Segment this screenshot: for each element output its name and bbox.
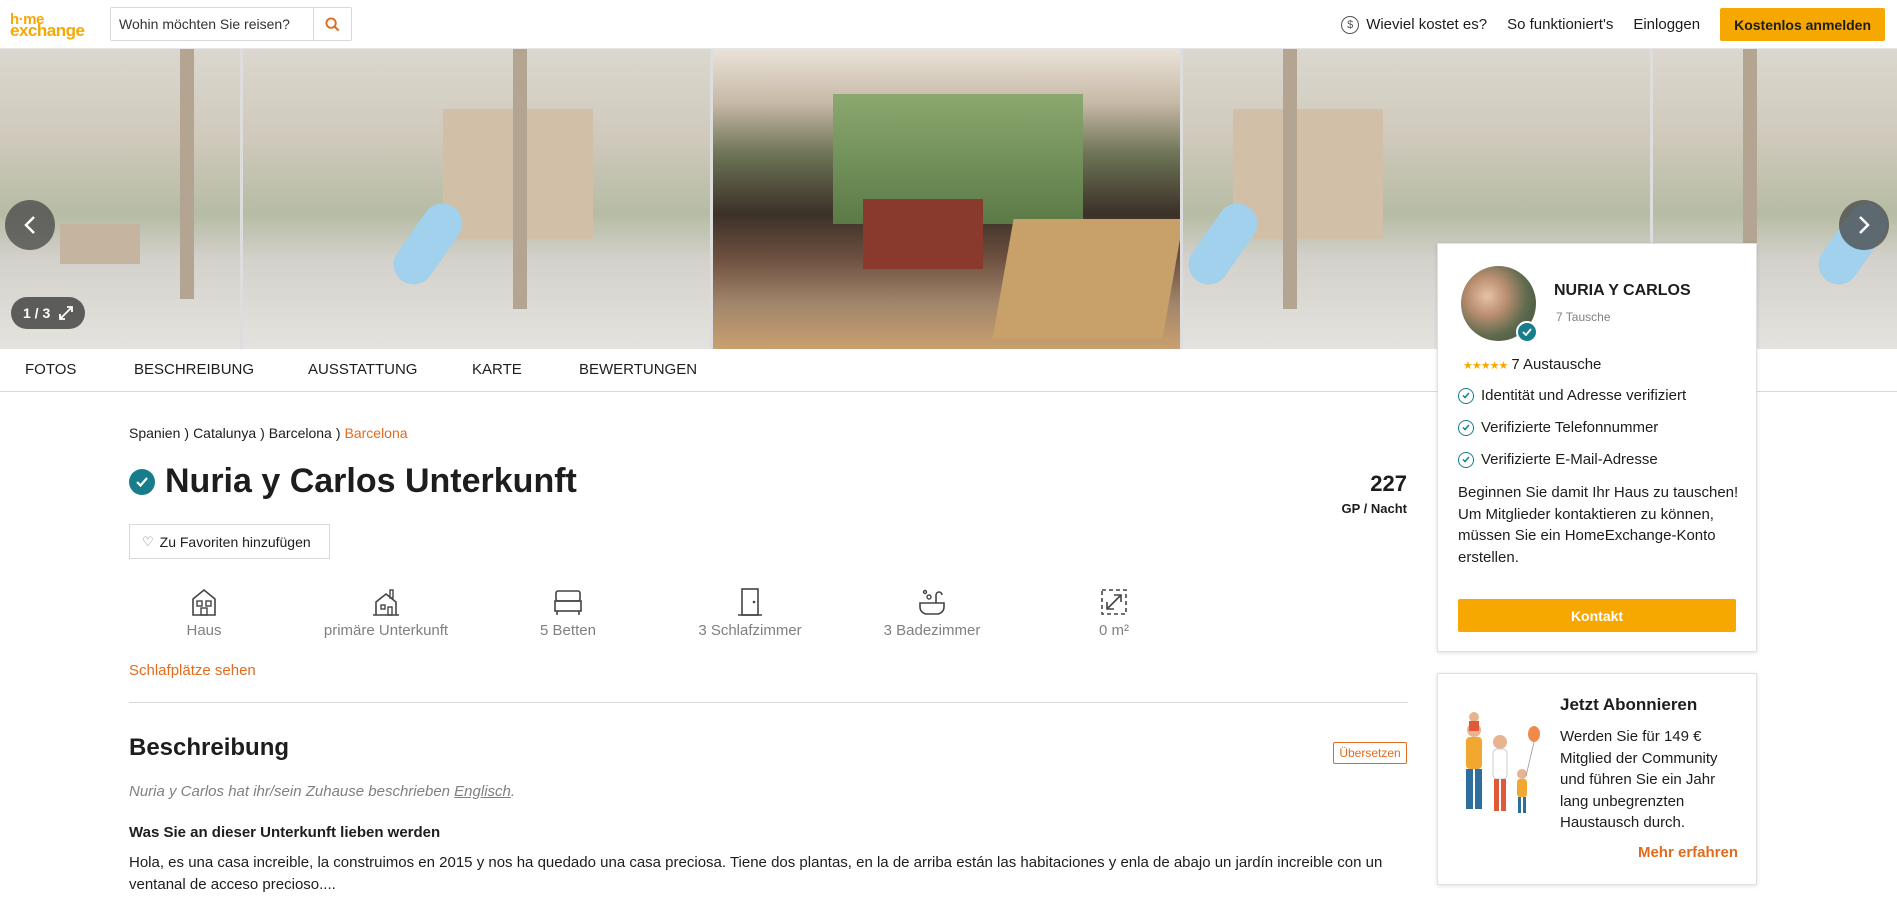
host-cta-text: Beginnen Sie damit Ihr Haus zu tauschen!…: [1458, 482, 1743, 568]
chevron-right-icon: [1859, 216, 1870, 234]
house-icon: [192, 588, 216, 616]
translate-button[interactable]: Übersetzen: [1333, 742, 1407, 764]
host-name[interactable]: NURIA Y CARLOS: [1554, 282, 1691, 300]
page-title: Nuria y Carlos Unterkunft: [165, 462, 577, 500]
verification-label: Verifizierte Telefonnummer: [1481, 419, 1659, 436]
logo-line-2: exchange: [10, 21, 85, 40]
family-illustration: [1466, 712, 1540, 813]
cost-link[interactable]: $ Wieviel kostet es?: [1341, 15, 1488, 34]
subscribe-text: Werden Sie für 149 € Mitglied der Commun…: [1560, 728, 1718, 831]
signup-button[interactable]: Kostenlos anmelden: [1720, 8, 1885, 41]
feature-beds: 5 Betten: [493, 586, 643, 640]
feature-label: 3 Badezimmer: [883, 622, 981, 639]
add-to-favorites-button[interactable]: ♡ Zu Favoriten hinzufügen: [129, 524, 330, 559]
verification-email: Verifizierte E-Mail-Adresse: [1458, 451, 1658, 468]
price-value: 227: [1370, 471, 1407, 496]
gallery-counter-text: 1 / 3: [23, 305, 51, 321]
tab-reviews[interactable]: BEWERTUNGEN: [579, 361, 697, 378]
breadcrumb-province[interactable]: Barcelona: [269, 425, 332, 441]
breadcrumb: Spanien) Catalunya) Barcelona) Barcelona: [129, 425, 408, 441]
verification-phone: Verifizierte Telefonnummer: [1458, 419, 1658, 436]
gallery-counter[interactable]: 1 / 3: [11, 297, 85, 329]
host-cta-line-2: Um Mitglieder kontaktieren zu können, mü…: [1458, 505, 1716, 566]
bed-icon: [554, 590, 582, 615]
feature-label: 0 m²: [1099, 622, 1129, 639]
feature-house: Haus: [129, 586, 279, 640]
description-note-suffix: .: [510, 783, 516, 800]
verification-label: Identität und Adresse verifiziert: [1481, 387, 1687, 404]
feature-label: 3 Schlafzimmer: [698, 622, 802, 639]
home-residence-icon: [373, 589, 399, 616]
door-icon: [738, 588, 762, 616]
search-icon: [325, 16, 340, 31]
verification-identity: Identität und Adresse verifiziert: [1458, 387, 1686, 404]
description-heading: Beschreibung: [129, 734, 290, 761]
tab-description[interactable]: BESCHREIBUNG: [134, 361, 254, 378]
feature-label: 5 Betten: [540, 622, 596, 639]
description-note-prefix: Nuria y Carlos hat ihr/sein Zuhause besc…: [129, 783, 455, 800]
learn-more-link[interactable]: Mehr erfahren: [1638, 844, 1738, 861]
listing-title-row: Nuria y Carlos Unterkunft: [129, 462, 577, 501]
verified-check-icon: [129, 468, 155, 495]
host-cta-line-1: Beginnen Sie damit Ihr Haus zu tauschen!: [1458, 484, 1739, 501]
bathtub-icon: [919, 589, 945, 615]
price-unit: GP / Nacht: [1341, 501, 1407, 516]
dollar-icon: $: [1341, 15, 1360, 34]
breadcrumb-region[interactable]: Catalunya: [193, 425, 256, 441]
area-expand-icon: [1101, 589, 1127, 615]
breadcrumb-country[interactable]: Spanien: [129, 425, 180, 441]
tab-map[interactable]: KARTE: [472, 361, 522, 378]
host-exchange-count: 7 Tausche: [1556, 310, 1611, 324]
search-button[interactable]: [313, 8, 351, 40]
feature-area: 0 m²: [1039, 586, 1189, 640]
feature-bedrooms: 3 Schlafzimmer: [675, 586, 825, 640]
subscribe-card: Jetzt Abonnieren Werden Sie für 149 € Mi…: [1437, 673, 1757, 885]
top-navigation-bar: h·me exchange $ Wieviel kostet es? So fu…: [0, 0, 1897, 49]
header-nav: $ Wieviel kostet es? So funktioniert's E…: [1321, 0, 1897, 49]
love-heading: Was Sie an dieser Unterkunft lieben werd…: [129, 824, 441, 841]
destination-search-input[interactable]: [111, 8, 313, 40]
login-link[interactable]: Einloggen: [1633, 16, 1700, 33]
tab-amenities[interactable]: AUSSTATTUNG: [308, 361, 417, 378]
expand-icon: [59, 306, 73, 320]
add-to-favorites-label: Zu Favoriten hinzufügen: [159, 533, 311, 550]
breadcrumb-city: Barcelona: [344, 425, 408, 441]
subscribe-heading: Jetzt Abonnieren: [1560, 695, 1698, 714]
check-circle-icon: [1458, 419, 1474, 436]
feature-bathrooms: 3 Badezimmer: [857, 586, 1007, 640]
gallery-photo[interactable]: [713, 49, 1180, 349]
gallery-next-button[interactable]: [1839, 200, 1889, 250]
gallery-previous-button[interactable]: [5, 200, 55, 250]
gallery-photo[interactable]: [243, 49, 710, 349]
price-per-night: 227 GP / Nacht: [1341, 471, 1407, 516]
listing-features: Haus primäre Unterkunft 5 Betten 3 Schla…: [129, 586, 1409, 646]
contact-button[interactable]: Kontakt: [1458, 599, 1736, 632]
description-language-note: Nuria y Carlos hat ihr/sein Zuhause besc…: [129, 783, 515, 800]
feature-primary-residence: primäre Unterkunft: [311, 586, 461, 640]
rating-stars-icon: ★★★★★: [1463, 360, 1508, 372]
how-it-works-link[interactable]: So funktioniert's: [1507, 16, 1613, 33]
host-avatar[interactable]: [1461, 266, 1538, 343]
chevron-left-icon: [24, 216, 35, 234]
verified-badge-icon: [1516, 321, 1538, 343]
check-circle-icon: [1458, 451, 1474, 468]
tab-photos[interactable]: FOTOS: [25, 361, 76, 378]
verification-label: Verifizierte E-Mail-Adresse: [1481, 451, 1658, 468]
cost-link-label: Wieviel kostet es?: [1366, 16, 1488, 33]
check-circle-icon: [1458, 387, 1474, 404]
heart-icon: ♡: [142, 533, 154, 549]
host-card: NURIA Y CARLOS 7 Tausche ★★★★★ 7 Austausc…: [1437, 243, 1757, 652]
host-exchanges: 7 Austausche: [1511, 356, 1602, 373]
description-text: Hola, es una casa increible, la construi…: [129, 854, 1383, 893]
section-divider: [129, 702, 1408, 703]
description-language-link[interactable]: Englisch: [454, 783, 511, 800]
host-rating: ★★★★★ 7 Austausche: [1463, 356, 1601, 373]
homeexchange-logo[interactable]: h·me exchange: [10, 11, 96, 40]
feature-label: Haus: [186, 622, 222, 639]
view-sleeping-arrangements-link[interactable]: Schlafplätze sehen: [129, 662, 256, 679]
destination-search: [110, 7, 352, 41]
feature-label: primäre Unterkunft: [323, 622, 449, 639]
